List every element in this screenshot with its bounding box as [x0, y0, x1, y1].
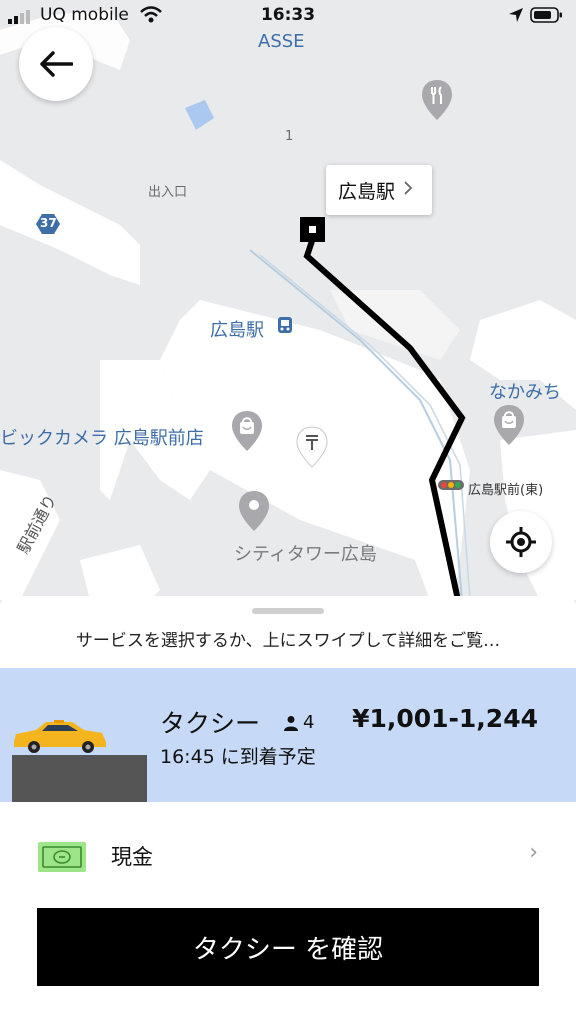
restaurant-pin-icon[interactable] [420, 78, 454, 126]
taxi-car-icon [10, 720, 108, 758]
shopping-pin-icon-nakamichi[interactable] [492, 403, 526, 451]
vehicle-image-ground [12, 755, 147, 802]
location-pin-icon[interactable] [237, 489, 271, 537]
taxi-seat-count: 4 [303, 712, 315, 733]
map-label-nakamichi: なかみち [489, 382, 561, 403]
swipe-hint-text: サービスを選択するか、上にスワイプして詳細をご覧… [75, 631, 501, 651]
taxi-arrival-eta: 16:45 に到着予定 [160, 746, 316, 768]
status-bar: UQ mobile 16:33 [0, 0, 576, 30]
taxi-fare-estimate: ¥1,001-1,244 [352, 704, 538, 733]
pickup-location-callout[interactable]: 広島駅 [326, 165, 432, 215]
map-label-ekimae-east: 広島駅前(東) [468, 483, 544, 498]
confirm-taxi-button[interactable]: タクシー を確認 [37, 908, 539, 986]
location-arrow-icon [508, 7, 524, 28]
map-canvas [0, 10, 576, 601]
post-office-pin-icon[interactable] [295, 425, 329, 473]
cash-icon [37, 839, 87, 879]
arrow-left-icon [40, 51, 73, 77]
map-label-entrance: 出入口 [148, 185, 188, 200]
payment-method-row[interactable]: 現金 › [0, 820, 576, 890]
battery-icon [530, 6, 564, 29]
locate-me-button[interactable] [490, 511, 552, 573]
chevron-right-icon [403, 180, 413, 201]
payment-method-label: 現金 [111, 845, 153, 869]
map-label-asse: ASSE [258, 31, 305, 52]
map-label-bic-camera: ビックカメラ 広島駅前店 [0, 428, 204, 449]
back-button[interactable] [19, 27, 93, 101]
map-view[interactable]: ASSE 1 出入口 37 広島駅 なかみち ビックカメラ 広島駅前店 広島駅前… [0, 0, 576, 610]
clock: 16:33 [260, 5, 316, 25]
shopping-pin-icon[interactable] [230, 409, 264, 457]
person-icon [283, 715, 299, 735]
taxi-option-row[interactable]: タクシー 4 16:45 に到着予定 ¥1,001-1,244 [0, 668, 576, 802]
map-label-number: 1 [285, 129, 294, 144]
map-label-hiroshima-station: 広島駅 [210, 320, 264, 341]
chevron-right-icon: › [529, 840, 538, 865]
crosshair-icon [506, 527, 536, 557]
route-37-badge: 37 [40, 216, 57, 230]
pickup-location-label: 広島駅 [338, 180, 396, 203]
train-station-icon [277, 316, 293, 338]
map-label-city-tower: シティタワー広島 [234, 544, 377, 565]
ride-options-sheet[interactable]: サービスを選択するか、上にスワイプして詳細をご覧… タクシー 4 16:45 に… [0, 596, 576, 1024]
sheet-grabber-handle[interactable] [252, 608, 324, 614]
taxi-option-name: タクシー [160, 709, 261, 738]
